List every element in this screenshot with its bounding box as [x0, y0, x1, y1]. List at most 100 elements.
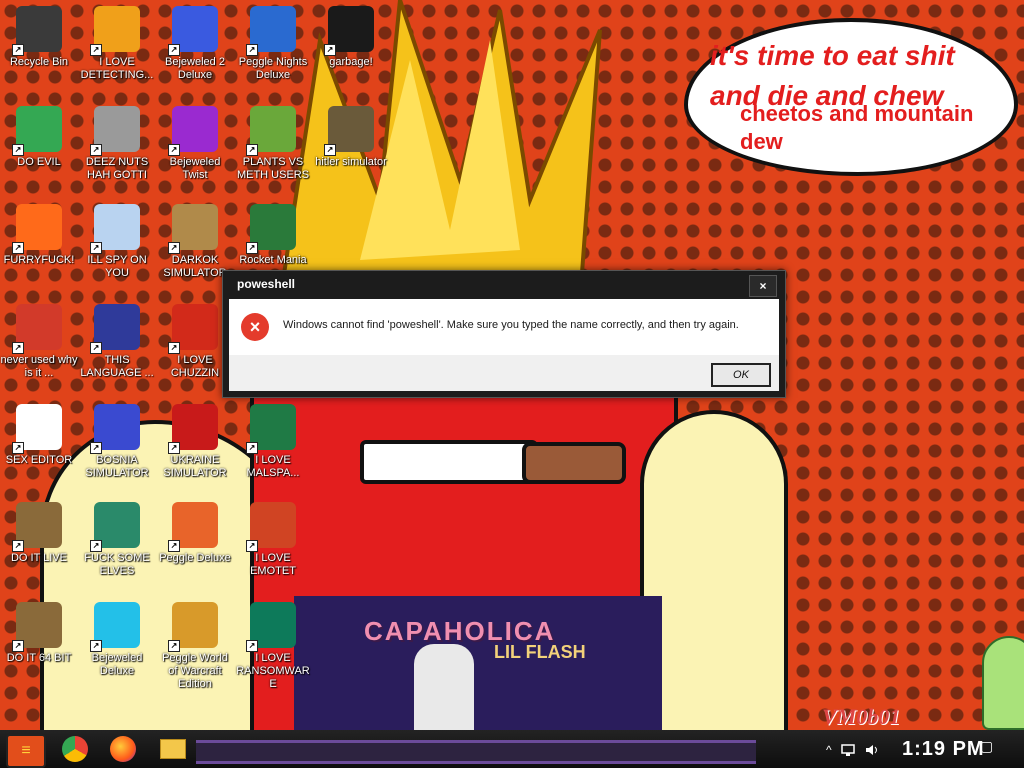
taskbar-decor-strip	[196, 740, 756, 764]
clock[interactable]: 1:19 PM	[902, 738, 985, 761]
file-explorer-taskbar-button[interactable]	[156, 734, 190, 764]
desktop-icon-label: ILL SPY ON YOU	[87, 254, 147, 279]
shortcut-arrow-icon: ↗	[246, 144, 258, 156]
error-dialog: poweshell × × Windows cannot find 'powes…	[222, 270, 786, 398]
desktop-icon[interactable]: ↗ Bejeweled Deluxe	[78, 602, 156, 678]
desktop-icon[interactable]: ↗ Peggle Deluxe	[156, 502, 234, 565]
desktop-icon-label: I LOVE MALSPA...	[246, 454, 300, 479]
desktop-icon[interactable]: ↗ hitler simulator	[312, 106, 390, 169]
shortcut-arrow-icon: ↗	[168, 144, 180, 156]
shortcut-arrow-icon: ↗	[90, 342, 102, 354]
desktop-icon[interactable]: ↗ FURRYFUCK!	[0, 204, 78, 267]
network-icon[interactable]	[840, 743, 856, 757]
shortcut-arrow-icon: ↗	[168, 44, 180, 56]
desktop-icon-label: UKRAINE SIMULATOR	[163, 454, 227, 479]
desktop: CAPAHOLICA LIL FLASH it's time to eat sh…	[0, 0, 1024, 730]
desktop-icon[interactable]: ↗ PLANTS VS METH USERS	[234, 106, 312, 182]
shortcut-arrow-icon: ↗	[90, 640, 102, 652]
chrome-icon	[62, 736, 88, 762]
firefox-taskbar-button[interactable]	[106, 734, 140, 764]
tray-chevron-icon[interactable]: ^	[826, 743, 832, 757]
volume-icon[interactable]	[864, 743, 880, 757]
ok-button[interactable]: OK	[711, 363, 771, 387]
desktop-icon-label: DO EVIL	[17, 156, 61, 168]
album-figure	[414, 644, 474, 730]
desktop-icon[interactable]: ↗ UKRAINE SIMULATOR	[156, 404, 234, 480]
shortcut-arrow-icon: ↗	[168, 540, 180, 552]
vm-label: VM0b01	[822, 704, 901, 729]
desktop-icon[interactable]: ↗ BOSNIA SIMULATOR	[78, 404, 156, 480]
dialog-title: poweshell	[237, 277, 296, 291]
close-button[interactable]: ×	[749, 275, 777, 297]
desktop-icon-label: Recycle Bin	[9, 56, 69, 68]
shortcut-arrow-icon: ↗	[12, 442, 24, 454]
start-button[interactable]: ≡	[6, 734, 46, 768]
desktop-icon[interactable]: ↗ DO IT LIVE	[0, 502, 78, 565]
desktop-icon-label: PLANTS VS METH USERS	[236, 156, 310, 181]
peggle-icon: ↗	[168, 502, 218, 552]
shortcut-arrow-icon: ↗	[168, 242, 180, 254]
desktop-icon-label: Bejeweled Twist	[169, 156, 221, 181]
taskbar: ≡ ^ 1:19 PM ▢	[0, 730, 1024, 768]
desktop-icon[interactable]: ↗ FUCK SOME ELVES	[78, 502, 156, 578]
peggle-wow-icon: ↗	[168, 602, 218, 652]
spiked-ball-icon: ↗	[90, 404, 140, 454]
shortcut-arrow-icon: ↗	[168, 640, 180, 652]
detect-it-easy-icon: ↗	[90, 6, 140, 56]
peggle-nights-icon: ↗	[246, 6, 296, 56]
desktop-icon[interactable]: ↗ Peggle World of Warcraft Edition	[156, 602, 234, 691]
desktop-icon[interactable]: ↗ Recycle Bin	[0, 6, 78, 69]
shortcut-arrow-icon: ↗	[90, 242, 102, 254]
desktop-icon[interactable]: ↗ I LOVE MALSPA...	[234, 404, 312, 480]
desktop-icon[interactable]: ↗ garbage!	[312, 6, 390, 69]
shortcut-arrow-icon: ↗	[12, 640, 24, 652]
goland-icon: ↗	[90, 304, 140, 354]
portrait-icon: ↗	[12, 502, 62, 552]
shortcut-arrow-icon: ↗	[90, 44, 102, 56]
firefox-icon: ↗	[12, 204, 62, 254]
desktop-icon-label: I LOVE RANSOMWARE	[236, 652, 310, 690]
desktop-icon[interactable]: ↗ SEX EDITOR	[0, 404, 78, 467]
desktop-icon[interactable]: ↗ ILL SPY ON YOU	[78, 204, 156, 280]
bejeweled-twist-icon: ↗	[168, 106, 218, 156]
desktop-icon-label: SEX EDITOR	[5, 454, 73, 466]
shortcut-arrow-icon: ↗	[324, 144, 336, 156]
desktop-icon[interactable]: ↗ Bejeweled 2 Deluxe	[156, 6, 234, 82]
dialog-body: × Windows cannot find 'poweshell'. Make …	[229, 299, 779, 391]
desktop-icon[interactable]: ↗ I LOVE EMOTET	[234, 502, 312, 578]
desktop-icon[interactable]: ↗ Bejeweled Twist	[156, 106, 234, 182]
shortcut-arrow-icon: ↗	[12, 342, 24, 354]
desktop-icon[interactable]: ↗ DARKOK SIMULATOR	[156, 204, 234, 280]
shortcut-arrow-icon: ↗	[90, 442, 102, 454]
desktop-icon[interactable]: ↗ Rocket Mania	[234, 204, 312, 267]
desktop-icon[interactable]: ↗ DO EVIL	[0, 106, 78, 169]
album-artist: LIL FLASH	[494, 642, 586, 662]
desktop-icon-label: Peggle Nights Deluxe	[238, 56, 308, 81]
shortcut-arrow-icon: ↗	[12, 44, 24, 56]
error-icon: ×	[241, 313, 269, 341]
shortcut-arrow-icon: ↗	[90, 144, 102, 156]
money-bag-icon: ↗	[168, 204, 218, 254]
desktop-icon[interactable]: ↗ DEEZ NUTS HAH GOTTI	[78, 106, 156, 182]
chrome-taskbar-button[interactable]	[58, 734, 92, 764]
shortcut-arrow-icon: ↗	[12, 144, 24, 156]
network-spy-icon: ↗	[90, 204, 140, 254]
notification-icon[interactable]: ▢	[980, 738, 1002, 760]
shortcut-arrow-icon: ↗	[246, 44, 258, 56]
speech-text-2: cheetos and mountain dew	[740, 101, 974, 154]
desktop-icon[interactable]: ↗ Peggle Nights Deluxe	[234, 6, 312, 82]
desktop-icon[interactable]: ↗ I LOVE RANSOMWARE	[234, 602, 312, 691]
windows-stack-icon: ↗	[90, 106, 140, 156]
desktop-icon[interactable]: ↗ never used why is it ...	[0, 304, 78, 380]
desktop-icon-label: hitler simulator	[315, 156, 387, 168]
desktop-icon-label: Peggle Deluxe	[159, 552, 231, 564]
desktop-icon-label: garbage!	[329, 56, 373, 68]
desktop-icon[interactable]: ↗ DO IT 64 BIT	[0, 602, 78, 665]
desktop-icon-label: DO IT LIVE	[10, 552, 68, 564]
desktop-icon[interactable]: ↗ THIS LANGUAGE ...	[78, 304, 156, 380]
santa-icon: ↗	[90, 502, 140, 552]
album-cover: CAPAHOLICA LIL FLASH	[294, 596, 662, 730]
radiation-icon: ↗	[168, 404, 218, 454]
desktop-icon[interactable]: ↗ I LOVE DETECTING...	[78, 6, 156, 82]
desktop-icon-label: I LOVE EMOTET	[250, 552, 296, 577]
